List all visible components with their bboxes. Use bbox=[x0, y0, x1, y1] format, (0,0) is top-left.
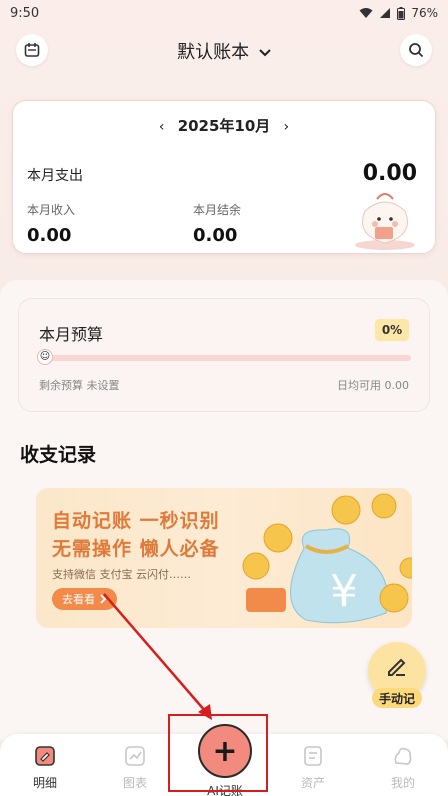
banner-subtitle: 支持微信 支付宝 云闪付…… bbox=[52, 568, 191, 581]
highlight-box bbox=[168, 714, 268, 792]
budget-percent-badge: 0% bbox=[375, 319, 409, 341]
budget-title: 本月预算 bbox=[39, 325, 104, 344]
money-bag-illustration: ¥ bbox=[242, 493, 412, 624]
tab-details[interactable]: 明细 bbox=[0, 734, 90, 796]
banner-line1: 自动记账 一秒识别 bbox=[52, 510, 220, 532]
wifi-icon bbox=[359, 8, 373, 18]
month-selector: ‹ 2025年10月 › bbox=[13, 115, 435, 136]
banner-button-label: 去看看 bbox=[62, 593, 95, 606]
status-bar: 9:50 76% bbox=[0, 0, 448, 26]
tab-profile[interactable]: 我的 bbox=[358, 734, 448, 796]
ledger-icon bbox=[35, 746, 55, 766]
ledger-switcher[interactable]: 默认账本 bbox=[0, 38, 448, 64]
month-summary-card: ‹ 2025年10月 › 本月支出 0.00 本月收入 0.00 本月结余 0.… bbox=[12, 100, 436, 254]
profile-icon bbox=[394, 747, 412, 765]
expense-value: 0.00 bbox=[362, 161, 417, 186]
search-button[interactable] bbox=[400, 34, 432, 66]
banner-button[interactable]: 去看看 bbox=[52, 588, 117, 610]
banner-line2: 无需操作 懒人必备 bbox=[52, 538, 220, 560]
budget-remaining: 剩余预算 未设置 bbox=[39, 379, 120, 392]
ledger-title: 默认账本 bbox=[177, 42, 250, 63]
budget-daily: 日均可用 0.00 bbox=[337, 379, 409, 392]
tab-label: 资产 bbox=[300, 776, 325, 790]
month-label: 2025年10月 bbox=[177, 117, 271, 135]
status-icons: 76% bbox=[359, 6, 438, 20]
next-month-button[interactable]: › bbox=[284, 119, 290, 135]
budget-progress-bar bbox=[39, 355, 411, 361]
income-value: 0.00 bbox=[27, 225, 72, 246]
tab-assets[interactable]: 资产 bbox=[268, 734, 358, 796]
app-header: 默认账本 bbox=[0, 30, 448, 74]
signal-icon bbox=[380, 8, 391, 18]
battery-icon bbox=[397, 6, 406, 20]
search-icon bbox=[409, 43, 424, 58]
records-title: 收支记录 bbox=[20, 444, 97, 466]
chevron-down-icon bbox=[259, 49, 271, 57]
budget-card[interactable]: 本月预算 0% ☺ 剩余预算 未设置 日均可用 0.00 bbox=[18, 298, 430, 412]
manual-record-label[interactable]: 手动记 bbox=[372, 688, 422, 708]
balance-label: 本月结余 bbox=[193, 203, 242, 217]
tab-label: 我的 bbox=[390, 776, 415, 790]
battery-percent: 76% bbox=[411, 6, 438, 20]
prev-month-button[interactable]: ‹ bbox=[159, 119, 165, 135]
asset-icon bbox=[304, 746, 322, 766]
pen-icon bbox=[388, 658, 406, 676]
income-label: 本月收入 bbox=[27, 203, 76, 217]
tab-charts[interactable]: 图表 bbox=[90, 734, 180, 796]
mascot-icon bbox=[355, 193, 415, 250]
chevron-right-icon bbox=[100, 594, 107, 604]
progress-mascot-icon: ☺ bbox=[37, 349, 53, 365]
chart-icon bbox=[125, 746, 145, 766]
expense-label: 本月支出 bbox=[27, 168, 83, 184]
tab-label: 图表 bbox=[122, 776, 147, 790]
auto-record-banner[interactable]: 自动记账 一秒识别 无需操作 懒人必备 支持微信 支付宝 云闪付…… 去看看 ¥ bbox=[36, 488, 412, 628]
svg-text:¥: ¥ bbox=[330, 566, 358, 617]
tab-label: 明细 bbox=[32, 776, 57, 790]
status-time: 9:50 bbox=[10, 5, 40, 21]
balance-value: 0.00 bbox=[193, 225, 238, 246]
